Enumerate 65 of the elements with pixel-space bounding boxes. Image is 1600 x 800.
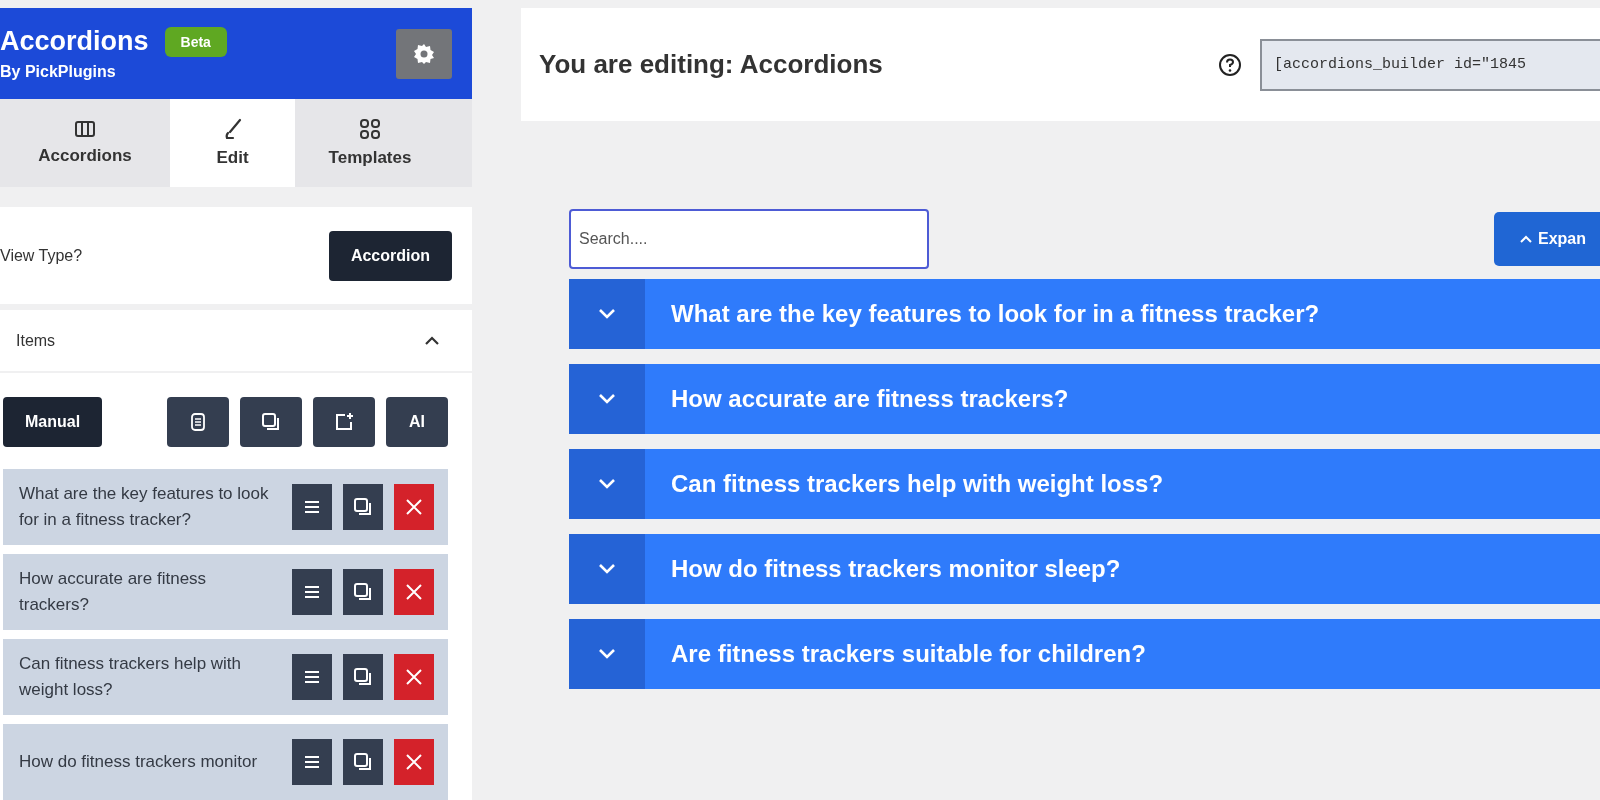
item-row[interactable]: What are the key features to look for in a fitness tracker? bbox=[3, 469, 448, 545]
close-icon bbox=[405, 668, 423, 686]
item-title: How do fitness trackers monitor bbox=[19, 750, 258, 773]
duplicate-button[interactable] bbox=[343, 739, 383, 785]
caret-icon bbox=[1520, 235, 1532, 243]
copy-icon bbox=[353, 667, 373, 687]
beta-badge: Beta bbox=[164, 26, 227, 57]
item-row[interactable]: How accurate are fitness trackers? bbox=[3, 554, 448, 630]
accordion-header[interactable]: How accurate are fitness trackers? bbox=[569, 364, 1600, 434]
drag-button[interactable] bbox=[292, 484, 332, 530]
drag-button[interactable] bbox=[292, 654, 332, 700]
delete-button[interactable] bbox=[394, 484, 434, 530]
close-icon bbox=[405, 583, 423, 601]
copy-icon bbox=[353, 752, 373, 772]
accordion-header[interactable]: Can fitness trackers help with weight loss? bbox=[569, 449, 1600, 519]
item-row[interactable]: How do fitness trackers monitor bbox=[3, 724, 448, 800]
search-field[interactable]: Search.... bbox=[569, 209, 929, 269]
app-title: Accordions bbox=[0, 26, 149, 58]
menu-icon bbox=[304, 669, 320, 685]
tool-button[interactable] bbox=[313, 397, 375, 447]
tab[interactable]: Edit bbox=[170, 99, 295, 188]
shortcode-field[interactable]: [accordions_builder id="1845 bbox=[1260, 38, 1600, 91]
view-type-button[interactable]: Accordion bbox=[328, 230, 452, 281]
tool-button[interactable] bbox=[167, 397, 229, 447]
accordion-header[interactable]: What are the key features to look for in a fitness tracker? bbox=[569, 279, 1600, 349]
document-icon bbox=[190, 413, 206, 431]
delete-button[interactable] bbox=[394, 739, 434, 785]
editing-heading: You are editing: Accordions bbox=[539, 49, 883, 80]
delete-button[interactable] bbox=[394, 654, 434, 700]
tool-button[interactable] bbox=[240, 397, 302, 447]
manual-button[interactable]: Manual bbox=[3, 397, 103, 447]
view-type-label: View Type? bbox=[0, 246, 83, 265]
items-section-header[interactable]: Items bbox=[0, 310, 472, 371]
help-icon bbox=[1218, 52, 1242, 77]
expand-button[interactable]: Expan bbox=[1494, 212, 1600, 266]
menu-icon bbox=[304, 499, 320, 515]
settings-icon bbox=[413, 42, 435, 65]
settings-button[interactable] bbox=[396, 28, 452, 79]
add-icon bbox=[334, 412, 354, 432]
close-icon bbox=[405, 498, 423, 516]
item-title: How accurate are fitness trackers? bbox=[19, 567, 208, 616]
duplicate-button[interactable] bbox=[343, 654, 383, 700]
menu-icon bbox=[304, 754, 320, 770]
copy-icon bbox=[353, 582, 373, 602]
accordion-header[interactable]: How do fitness trackers monitor sleep? bbox=[569, 534, 1600, 604]
ai-button[interactable]: AI bbox=[386, 397, 448, 447]
drag-button[interactable] bbox=[292, 569, 332, 615]
drag-button[interactable] bbox=[292, 739, 332, 785]
copy-icon bbox=[261, 412, 281, 432]
items-label: Items bbox=[16, 331, 56, 350]
item-title: Can fitness trackers help with weight loss? bbox=[19, 652, 243, 701]
accordion-header[interactable]: Are fitness trackers suitable for children? bbox=[569, 619, 1600, 689]
copy-icon bbox=[353, 497, 373, 517]
columns-icon bbox=[74, 120, 96, 139]
tab[interactable]: Templates bbox=[295, 99, 445, 188]
app-subtitle: By PickPlugins bbox=[0, 63, 117, 82]
delete-button[interactable] bbox=[394, 569, 434, 615]
grid-icon bbox=[359, 118, 381, 141]
close-icon bbox=[405, 753, 423, 771]
duplicate-button[interactable] bbox=[343, 569, 383, 615]
item-row[interactable]: Can fitness trackers help with weight loss? bbox=[3, 639, 448, 715]
tab[interactable]: Accordions bbox=[0, 99, 170, 188]
duplicate-button[interactable] bbox=[343, 484, 383, 530]
menu-icon bbox=[304, 584, 320, 600]
item-title: What are the key features to look for in a fitness tracker? bbox=[19, 482, 269, 531]
